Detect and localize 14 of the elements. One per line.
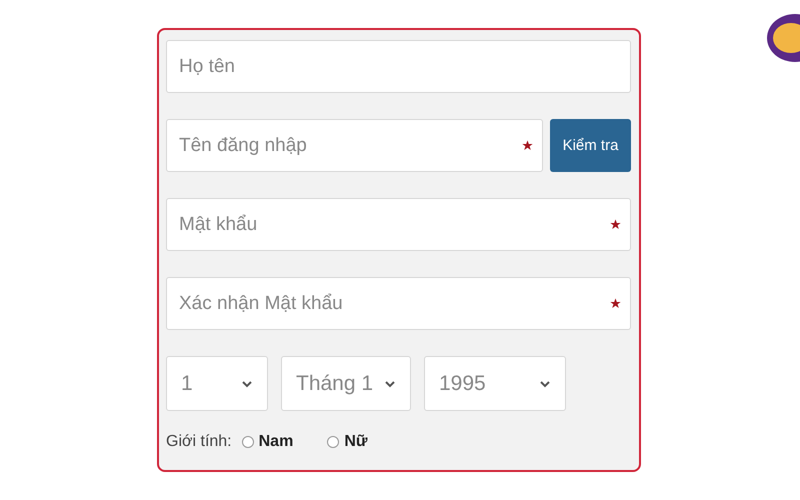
date-dropdown[interactable]: 1995 <box>424 356 566 411</box>
text-field[interactable]: Tên đăng nhập <box>166 119 543 172</box>
text-field[interactable]: Họ tên <box>166 40 631 93</box>
chevron-icon <box>384 380 396 388</box>
chevron-icon <box>539 380 551 388</box>
gender-radio[interactable]: Nam <box>242 433 294 451</box>
gender-label: Giới tính: <box>166 433 232 451</box>
check-button[interactable]: Kiểm tra <box>550 119 631 172</box>
chevron-icon <box>241 380 253 388</box>
text-field[interactable]: Mật khẩu <box>166 198 631 251</box>
date-dropdown[interactable]: 1 <box>166 356 268 411</box>
text-field[interactable]: Xác nhận Mật khẩu <box>166 277 631 330</box>
gender-radio[interactable]: Nữ <box>327 433 368 451</box>
date-dropdown[interactable]: Tháng 1 <box>281 356 411 411</box>
